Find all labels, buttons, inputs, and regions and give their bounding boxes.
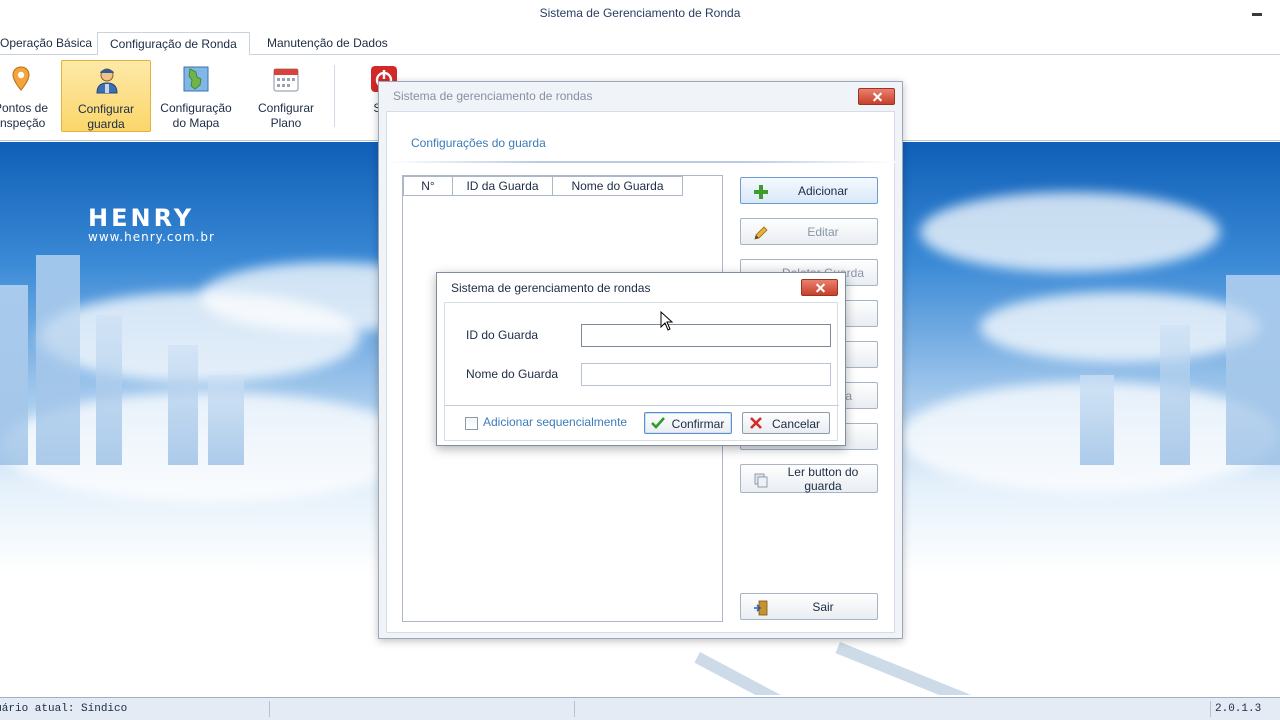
tab-configuracao-de-ronda[interactable]: Configuração de Ronda <box>97 32 250 56</box>
henry-logo: HENRY www.henry.com.br <box>88 204 215 244</box>
ribbon-label: Pontos de <box>0 101 49 115</box>
window-title: Sistema de Gerenciamento de Ronda <box>539 6 741 20</box>
read-guard-button[interactable]: Ler button do guarda <box>740 464 878 493</box>
cancel-button[interactable]: Cancelar <box>742 412 830 434</box>
column-header-id[interactable]: ID da Guarda <box>452 176 553 196</box>
confirm-button[interactable]: Confirmar <box>644 412 732 434</box>
tab-manutencao-de-dados[interactable]: Manutenção de Dados <box>255 32 400 55</box>
subdialog-body: ID do Guarda Nome do Guarda Adicionar se… <box>444 302 839 441</box>
status-bar: Usuário atual: Síndico 2.0.1.3 <box>0 697 1280 720</box>
ribbon-label: Inspeção <box>0 116 46 130</box>
minimize-button[interactable] <box>1248 7 1266 21</box>
edit-button[interactable]: Editar <box>740 218 878 245</box>
title-bar: Sistema de Gerenciamento de Ronda <box>0 0 1280 28</box>
guard-id-input[interactable] <box>581 324 831 347</box>
map-pin-icon <box>12 66 30 91</box>
add-guard-dialog: Sistema de gerenciamento de rondas ID do… <box>436 272 846 446</box>
logo-url: www.henry.com.br <box>88 230 215 244</box>
sequential-checkbox-label[interactable]: Adicionar sequencialmente <box>483 415 627 429</box>
guard-name-input[interactable] <box>581 363 831 386</box>
subdialog-title: Sistema de gerenciamento de rondas <box>451 281 651 295</box>
copy-icon <box>754 473 768 488</box>
ribbon-label: guarda <box>87 117 125 131</box>
ribbon-configuracao-do-mapa[interactable]: Configuração do Mapa <box>151 60 241 132</box>
dialog-close-button[interactable] <box>858 88 895 105</box>
pencil-icon <box>754 226 768 240</box>
tab-bar: Operação Básica Configuração de Ronda Ma… <box>0 28 1280 56</box>
check-icon <box>651 417 665 429</box>
logo-brand: HENRY <box>88 204 195 232</box>
guard-icon <box>96 68 118 94</box>
guard-id-label: ID do Guarda <box>466 328 539 342</box>
ribbon-label: Configurar <box>77 102 135 116</box>
calendar-icon <box>273 68 299 92</box>
read-guard-label: Ler button do <box>787 465 859 479</box>
ribbon-label: Configuração <box>160 101 232 115</box>
status-version: 2.0.1.3 <box>1215 703 1262 715</box>
ribbon-pontos-de-inspecao[interactable]: Pontos deInspeção <box>0 60 66 132</box>
ribbon-configurar-plano[interactable]: Configurar Plano <box>241 60 331 132</box>
status-user: Usuário atual: Síndico <box>0 701 270 717</box>
plus-icon <box>754 185 768 199</box>
column-header-numero[interactable]: N° <box>403 176 453 196</box>
ribbon-separator <box>334 65 335 127</box>
status-cell <box>575 701 1211 717</box>
cross-icon <box>750 417 762 429</box>
dialog-title: Sistema de gerenciamento de rondas <box>393 89 593 103</box>
ribbon-label: Configurar <box>257 101 315 115</box>
map-icon <box>183 66 209 92</box>
add-button[interactable]: Adicionar <box>740 177 878 204</box>
exit-door-icon <box>754 600 768 616</box>
sequential-checkbox[interactable] <box>465 417 478 430</box>
column-header-nome[interactable]: Nome do Guarda <box>552 176 683 196</box>
status-cell <box>270 701 575 717</box>
ribbon-label: Plano <box>270 116 302 130</box>
subdialog-divider <box>445 405 839 406</box>
section-title: Configurações do guarda <box>411 136 546 150</box>
ribbon-configurar-guarda[interactable]: Configurar guarda <box>61 60 151 132</box>
section-underline <box>387 161 895 163</box>
exit-button[interactable]: Sair <box>740 593 878 620</box>
tab-operacao-basica[interactable]: Operação Básica <box>0 32 104 55</box>
mouse-cursor-icon <box>660 311 674 331</box>
ribbon-label: do Mapa <box>172 116 220 130</box>
read-guard-label: guarda <box>804 479 842 493</box>
minimize-icon <box>1252 13 1262 16</box>
subdialog-close-button[interactable] <box>801 279 838 296</box>
guard-name-label: Nome do Guarda <box>466 367 559 381</box>
